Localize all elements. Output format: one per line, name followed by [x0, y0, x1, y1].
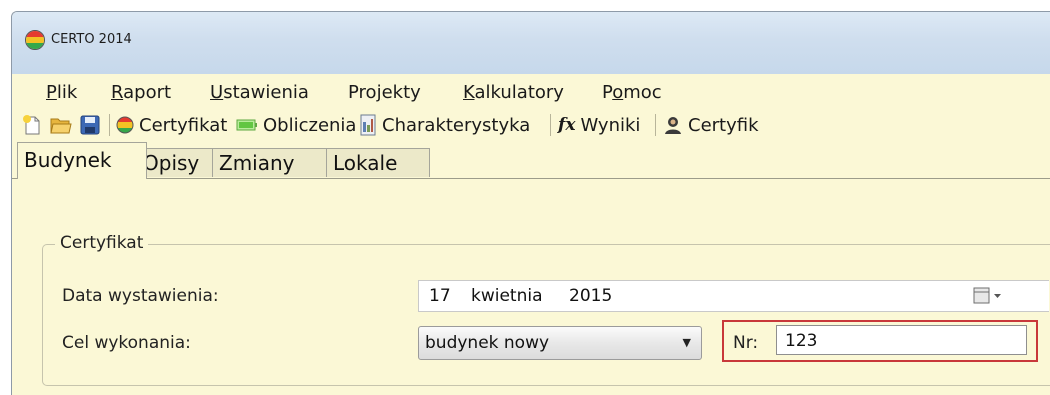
window-title: CERTO 2014	[51, 32, 132, 47]
open-button[interactable]	[50, 113, 72, 137]
new-document-icon	[23, 115, 40, 135]
tab-opisy[interactable]: Opisy	[136, 148, 223, 177]
menu-raport[interactable]: Raport	[111, 82, 171, 103]
person-icon	[665, 117, 681, 134]
battery-icon	[236, 119, 257, 131]
save-button[interactable]	[80, 113, 100, 137]
menu-ustawienia[interactable]: Ustawienia	[210, 82, 309, 103]
chevron-down-icon: ▼	[682, 336, 691, 349]
menu-pomoc[interactable]: Pomoc	[602, 82, 662, 103]
group-legend: Certyfikat	[55, 233, 149, 253]
menu-projekty[interactable]: Projekty	[348, 82, 421, 103]
title-bar: CERTO 2014	[12, 12, 1050, 74]
document-chart-icon	[360, 114, 376, 136]
nr-input[interactable]: 123	[776, 325, 1027, 355]
open-folder-icon	[50, 118, 72, 134]
obliczenia-button[interactable]: Obliczenia	[236, 113, 356, 137]
wyniki-label: Wyniki	[580, 114, 641, 136]
date-month: kwietnia	[471, 286, 543, 306]
menu-kalkulatory[interactable]: Kalkulatory	[463, 82, 564, 103]
tab-budynek[interactable]: Budynek	[17, 142, 147, 179]
tab-lokale[interactable]: Lokale	[326, 148, 430, 177]
obliczenia-label: Obliczenia	[263, 114, 357, 136]
wyniki-button[interactable]: fx Wyniki	[558, 113, 640, 137]
toolbar-separator	[550, 114, 551, 136]
purpose-value: budynek nowy	[425, 333, 550, 353]
new-button[interactable]	[22, 113, 42, 137]
function-fx-icon: fx	[558, 115, 576, 135]
menu-bar: Plik Raport Ustawienia Projekty Kalkulat…	[12, 74, 1050, 108]
nr-label: Nr:	[733, 333, 759, 353]
purpose-label: Cel wykonania:	[62, 333, 191, 353]
toolbar: Certyfikat Obliczenia Charakterystyka fx…	[12, 108, 1050, 142]
charakterystyka-button[interactable]: Charakterystyka	[359, 113, 530, 137]
date-label: Data wystawienia:	[62, 286, 219, 306]
certyfik-button[interactable]: Certyfik	[663, 113, 759, 137]
calendar-dropdown-icon[interactable]	[973, 287, 1003, 305]
date-day: 17	[429, 286, 451, 306]
date-picker[interactable]: 17 kwietnia 2015	[418, 280, 1049, 312]
tab-zmiany[interactable]: Zmiany	[212, 148, 337, 177]
certyfik-label: Certyfik	[688, 114, 759, 136]
toolbar-separator	[655, 114, 656, 136]
certo-logo-icon	[116, 116, 134, 134]
certyfikat-label: Certyfikat	[139, 114, 228, 136]
certo-logo-icon	[25, 30, 45, 50]
charakterystyka-label: Charakterystyka	[382, 114, 531, 136]
date-year: 2015	[569, 286, 613, 306]
save-disk-icon	[80, 115, 100, 135]
certyfikat-button[interactable]: Certyfikat	[116, 113, 227, 137]
certyfikat-group	[42, 244, 1050, 386]
purpose-select[interactable]: budynek nowy ▼	[418, 326, 702, 360]
toolbar-separator	[109, 114, 110, 136]
tab-bar: Budynek Opisy Zmiany Lokale	[12, 142, 1050, 179]
menu-plik[interactable]: Plik	[46, 82, 77, 103]
